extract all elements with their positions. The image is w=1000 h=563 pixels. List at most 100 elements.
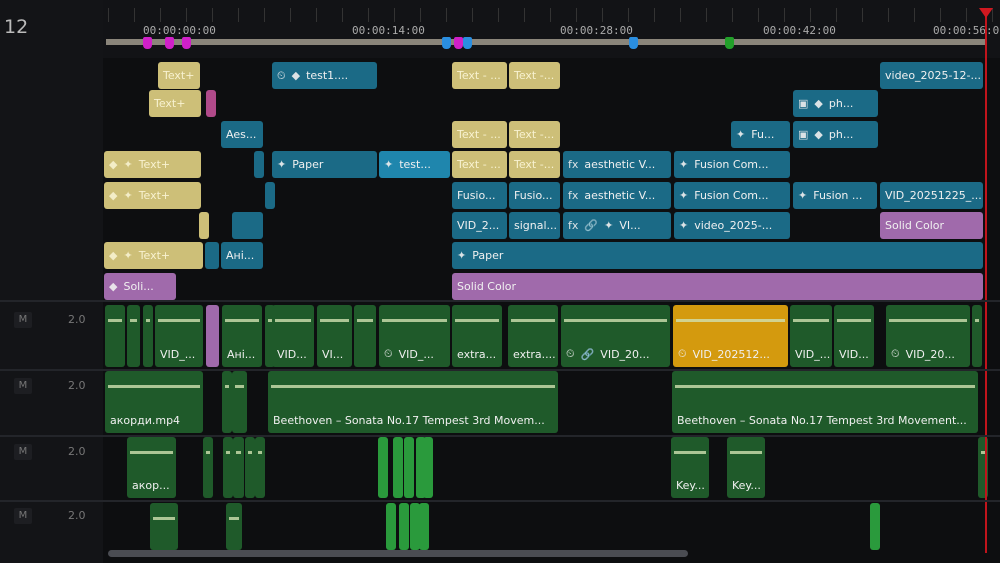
audio-clip[interactable] <box>386 503 396 550</box>
video-clip[interactable]: ◆ ✦ Text+ <box>104 242 203 269</box>
video-clip[interactable]: ◆ Soli... <box>104 273 176 300</box>
video-clip[interactable]: Fusio... <box>509 182 560 209</box>
audio-clip[interactable]: extra... <box>452 305 502 367</box>
video-clip[interactable]: ◆ ✦ Text+ <box>104 151 201 178</box>
audio-clip[interactable] <box>105 305 125 367</box>
video-clip[interactable]: ✦ Fusion Com... <box>674 151 790 178</box>
audio-clip[interactable] <box>233 437 244 498</box>
timeline-marker[interactable] <box>143 37 152 49</box>
audio-clip[interactable]: VI... <box>317 305 352 367</box>
video-clip[interactable]: ▣ ◆ ph... <box>793 121 878 148</box>
audio-clip[interactable]: extra.... <box>508 305 558 367</box>
video-clip[interactable]: Text - ... <box>452 62 507 89</box>
audio-clip[interactable] <box>255 437 265 498</box>
audio-clip[interactable] <box>419 503 429 550</box>
audio-clip[interactable] <box>378 437 388 498</box>
mute-button[interactable]: M <box>14 378 32 394</box>
video-clip[interactable]: ◆ ✦ Text+ <box>104 182 201 209</box>
horizontal-scrollbar[interactable] <box>108 550 688 557</box>
audio-clip[interactable] <box>127 305 140 367</box>
video-clip[interactable]: ⏲ ◆ test1.... <box>272 62 377 89</box>
video-clip[interactable] <box>265 182 275 209</box>
video-clip[interactable]: VID_20251225_... <box>880 182 983 209</box>
audio-clip[interactable]: VID_... <box>790 305 832 367</box>
timeline-ruler[interactable]: 00:00:00:00 00:00:14:00 00:00:28:00 00:00:4… <box>103 0 1000 58</box>
video-clip[interactable]: Solid Color <box>880 212 983 239</box>
video-clip[interactable]: Text -... <box>509 62 560 89</box>
video-clip[interactable] <box>254 151 264 178</box>
video-clip[interactable]: ✦ Paper <box>452 242 983 269</box>
video-clip[interactable]: Text - ... <box>452 151 507 178</box>
video-clip[interactable]: ▣ ◆ ph... <box>793 90 878 117</box>
timeline-marker[interactable] <box>725 37 734 49</box>
video-clip[interactable]: Text+ <box>158 62 200 89</box>
mute-button[interactable]: M <box>14 444 32 460</box>
playhead[interactable] <box>985 8 987 553</box>
playhead-handle[interactable] <box>979 8 993 18</box>
video-clip[interactable]: fx aesthetic V... <box>563 182 671 209</box>
video-clip[interactable]: ✦ Fusion Com... <box>674 182 790 209</box>
audio-clip[interactable] <box>354 305 376 367</box>
audio-clip[interactable] <box>206 305 219 367</box>
video-clip[interactable] <box>232 212 263 239</box>
audio-clip[interactable]: Key... <box>671 437 709 498</box>
audio-clip[interactable] <box>222 371 232 433</box>
audio-clip[interactable]: акор... <box>127 437 176 498</box>
audio-clip[interactable]: VID... <box>272 305 314 367</box>
video-clip[interactable]: Text -... <box>509 121 560 148</box>
video-clip[interactable]: Text - ... <box>452 121 507 148</box>
video-clip[interactable]: Fusio... <box>452 182 507 209</box>
audio-clip[interactable]: Ані... <box>222 305 262 367</box>
audio-clip[interactable] <box>870 503 880 550</box>
audio-clip[interactable]: Key... <box>727 437 765 498</box>
video-clip[interactable]: VID_2... <box>452 212 507 239</box>
video-clip[interactable]: video_2025-12-... <box>880 62 983 89</box>
audio-clip[interactable]: ⏲ VID_... <box>379 305 450 367</box>
timeline-marker[interactable] <box>442 37 451 49</box>
video-clip[interactable] <box>205 242 219 269</box>
audio-clip[interactable] <box>399 503 409 550</box>
audio-clip[interactable] <box>203 437 213 498</box>
audio-clip[interactable] <box>245 437 255 498</box>
audio-clip[interactable] <box>404 437 414 498</box>
audio-clip[interactable] <box>223 437 233 498</box>
mute-button[interactable]: M <box>14 312 32 328</box>
video-clip[interactable]: ✦ Fusion ... <box>793 182 877 209</box>
audio-clip[interactable]: Beethoven – Sonata No.17 Tempest 3rd Mov… <box>268 371 558 433</box>
timeline-marker[interactable] <box>629 37 638 49</box>
video-clip[interactable] <box>199 212 209 239</box>
video-clip[interactable]: ✦ Paper <box>272 151 377 178</box>
audio-clip[interactable]: ⏲ 🔗 VID_20... <box>561 305 670 367</box>
audio-clip[interactable] <box>393 437 403 498</box>
timeline-ruler-bar[interactable] <box>106 39 986 45</box>
video-clip[interactable]: ✦ Fu... <box>731 121 790 148</box>
audio-clip[interactable] <box>232 371 247 433</box>
audio-clip[interactable]: ⏲ VID_202512... <box>673 305 788 367</box>
video-clip[interactable]: Solid Color <box>452 273 983 300</box>
video-clip[interactable]: ✦ test... <box>379 151 450 178</box>
audio-clip[interactable] <box>226 503 242 550</box>
video-clip[interactable]: Text+ <box>149 90 201 117</box>
video-clip[interactable]: fx 🔗 ✦ VI... <box>563 212 671 239</box>
audio-clip[interactable]: акорди.mp4 <box>105 371 203 433</box>
audio-clip[interactable]: Beethoven – Sonata No.17 Tempest 3rd Mov… <box>672 371 978 433</box>
video-clip[interactable]: Ані... <box>221 242 263 269</box>
video-clip[interactable]: signal... <box>509 212 560 239</box>
audio-clip[interactable] <box>423 437 433 498</box>
timeline-marker[interactable] <box>463 37 472 49</box>
timeline-marker[interactable] <box>165 37 174 49</box>
audio-clip[interactable] <box>143 305 153 367</box>
timeline-marker[interactable] <box>182 37 191 49</box>
video-clip[interactable] <box>206 90 216 117</box>
audio-clip[interactable] <box>150 503 178 550</box>
audio-clip[interactable] <box>972 305 982 367</box>
video-clip[interactable]: ✦ video_2025-... <box>674 212 790 239</box>
video-clip[interactable]: Aes... <box>221 121 263 148</box>
timeline-marker[interactable] <box>454 37 463 49</box>
video-clip[interactable]: Text -... <box>509 151 560 178</box>
mute-button[interactable]: M <box>14 508 32 524</box>
video-clip[interactable]: fx aesthetic V... <box>563 151 671 178</box>
audio-clip[interactable]: VID_... <box>155 305 203 367</box>
audio-clip[interactable]: ⏲ VID_20... <box>886 305 970 367</box>
audio-clip[interactable]: VID... <box>834 305 874 367</box>
